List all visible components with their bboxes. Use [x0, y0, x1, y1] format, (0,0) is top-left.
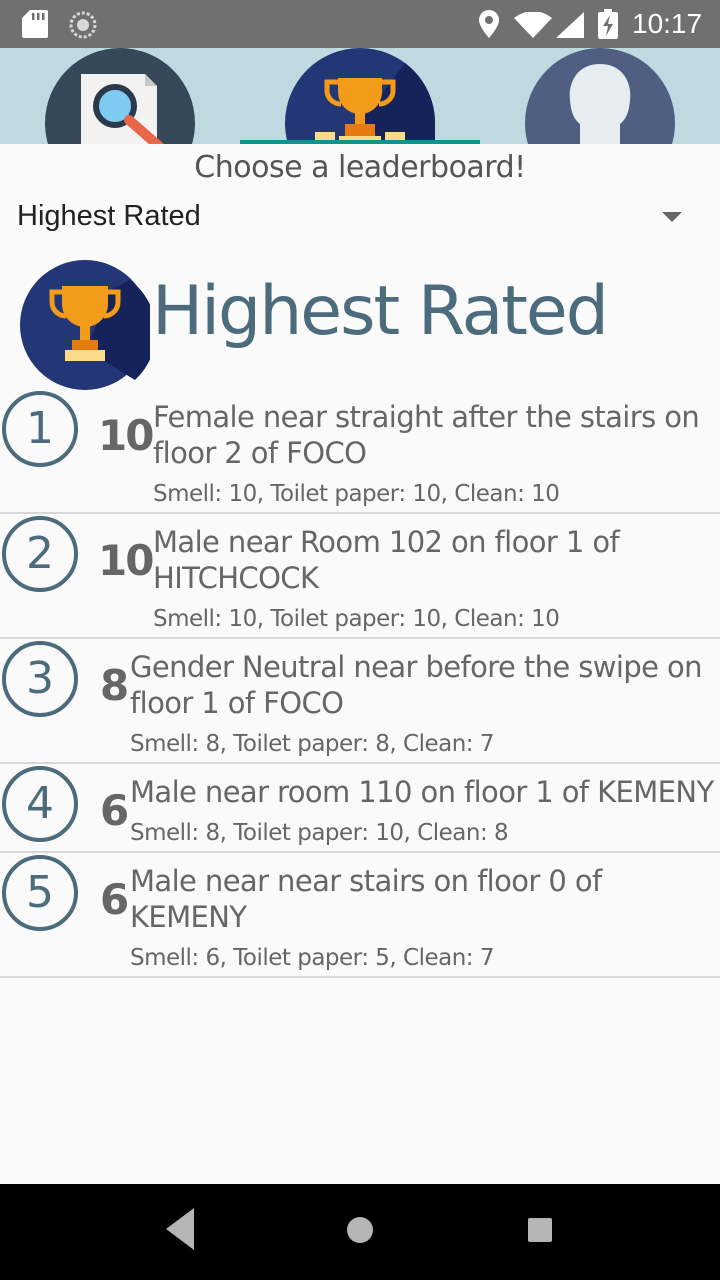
rank-badge: 5	[2, 855, 78, 931]
location-text: Male near room 110 on floor 1 of KEMENY	[130, 775, 714, 809]
score: 8	[100, 661, 129, 710]
navigation-bar	[0, 1184, 720, 1280]
status-bar: 10:17	[0, 0, 720, 48]
rating-details: Smell: 6, Toilet paper: 5, Clean: 7	[130, 945, 495, 971]
trophy-icon	[20, 260, 150, 390]
back-icon[interactable]	[164, 1204, 196, 1254]
tab-search[interactable]	[0, 48, 240, 144]
list-item[interactable]: 3 8 Gender Neutral near before the swipe…	[0, 639, 720, 764]
sync-icon	[69, 11, 97, 39]
location-icon	[479, 10, 499, 38]
list-item[interactable]: 4 6 Male near room 110 on floor 1 of KEM…	[0, 764, 720, 853]
rank-badge: 3	[2, 641, 78, 717]
tab-leaderboard[interactable]	[240, 48, 480, 144]
recents-icon[interactable]	[528, 1218, 552, 1242]
rating-details: Smell: 8, Toilet paper: 8, Clean: 7	[130, 731, 495, 757]
rating-details: Smell: 10, Toilet paper: 10, Clean: 10	[153, 481, 560, 507]
score: 10	[98, 411, 154, 460]
score: 6	[100, 786, 129, 835]
leaderboard-select-value: Highest Rated	[17, 200, 201, 232]
location-text: Male near near stairs on floor 0 of KEME…	[130, 864, 602, 934]
list-item[interactable]: 1 10 Female near straight after the stai…	[0, 389, 720, 514]
tab-indicator	[240, 140, 480, 144]
rank-badge: 2	[2, 516, 78, 592]
leaderboard-select[interactable]: Highest Rated	[0, 190, 720, 246]
rating-details: Smell: 8, Toilet paper: 10, Clean: 8	[130, 820, 509, 846]
leaderboard-prompt: Choose a leaderboard!	[194, 150, 526, 185]
location-text: Male near Room 102 on floor 1 of HITCHCO…	[153, 525, 620, 595]
home-icon[interactable]	[346, 1216, 374, 1244]
signal-icon	[556, 12, 584, 38]
rank-badge: 1	[2, 391, 78, 467]
wifi-icon	[514, 12, 552, 38]
score: 6	[100, 875, 129, 924]
location-text: Female near straight after the stairs on…	[153, 400, 700, 470]
board-title: Highest Rated	[152, 272, 609, 351]
location-text: Gender Neutral near before the swipe on …	[130, 650, 703, 720]
score: 10	[98, 536, 154, 585]
trophy-icon	[285, 48, 435, 144]
tab-bar	[0, 48, 720, 144]
rating-details: Smell: 10, Toilet paper: 10, Clean: 10	[153, 606, 560, 632]
list-item[interactable]: 5 6 Male near near stairs on floor 0 of …	[0, 853, 720, 978]
rank-badge: 4	[2, 766, 78, 842]
sd-card-icon	[22, 10, 48, 38]
clock: 10:17	[632, 8, 703, 39]
battery-charging-icon	[598, 9, 618, 39]
list-item[interactable]: 2 10 Male near Room 102 on floor 1 of HI…	[0, 514, 720, 639]
chevron-down-icon	[662, 212, 682, 222]
search-document-icon	[45, 48, 195, 144]
profile-icon	[525, 48, 675, 144]
tab-profile[interactable]	[480, 48, 720, 144]
